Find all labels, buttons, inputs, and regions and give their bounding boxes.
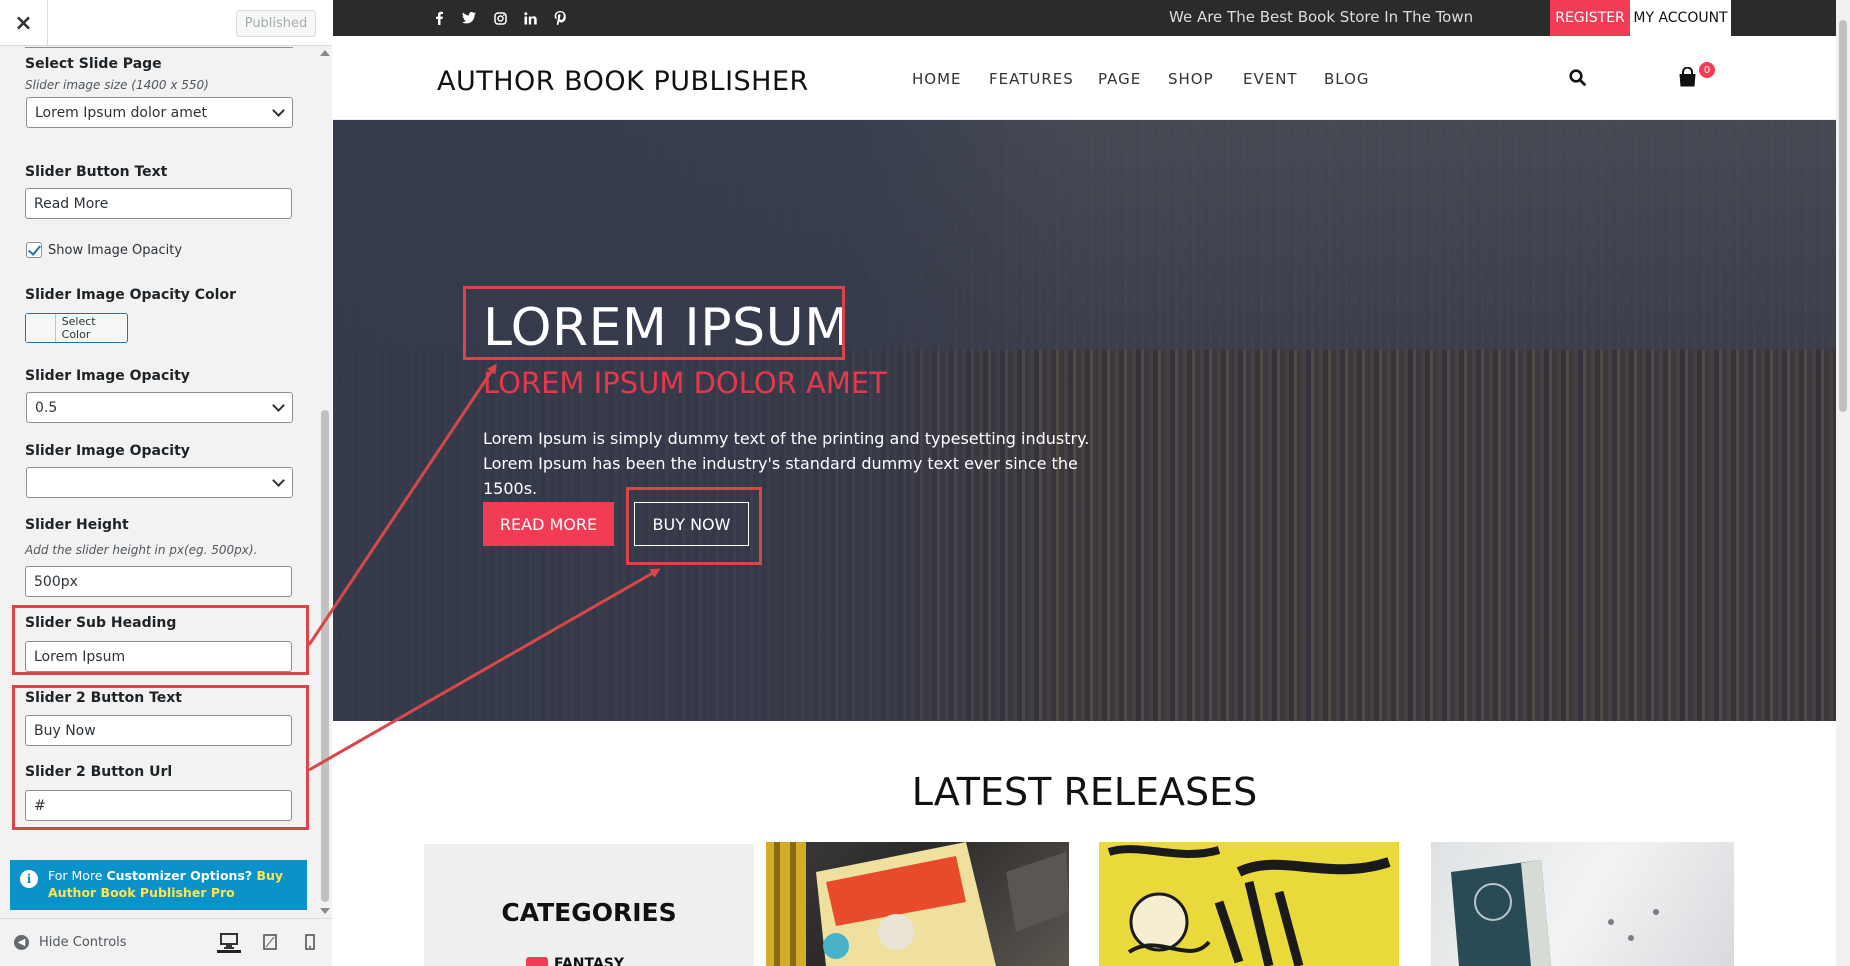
category-dot-icon — [526, 957, 548, 966]
pro-upgrade-notice: i For More Customizer Options? Buy Autho… — [10, 860, 307, 910]
latest-releases-title: LATEST RELEASES — [911, 770, 1258, 814]
page-scrollbar-thumb[interactable] — [1839, 20, 1847, 412]
scroll-up-arrow-icon[interactable] — [320, 50, 330, 56]
previous-field-edge — [25, 46, 293, 48]
select-slide-page-dropdown[interactable]: Lorem Ipsum dolor amet — [26, 97, 293, 128]
tablet-preview-button[interactable] — [258, 931, 282, 953]
hide-controls-label: Hide Controls — [39, 935, 127, 950]
select-color-button[interactable]: Select Color — [25, 313, 128, 343]
image-opacity-2-dropdown[interactable] — [26, 467, 293, 498]
site-header: AUTHOR BOOK PUBLISHER HOME FEATURES PAGE… — [333, 36, 1836, 120]
twitter-icon[interactable] — [461, 10, 477, 26]
shopping-bag-icon[interactable] — [1678, 66, 1697, 91]
annotation-box-buy-now — [626, 487, 762, 565]
category-item[interactable]: FANTASY — [526, 956, 624, 966]
hero-subtitle: LOREM IPSUM DOLOR AMET — [483, 366, 887, 400]
annotation-box-slider2-button — [12, 685, 309, 830]
site-logo[interactable]: AUTHOR BOOK PUBLISHER — [437, 66, 809, 97]
pro-notice-prefix: For More — [48, 868, 107, 883]
select-slide-page-value: Lorem Ipsum dolor amet — [35, 104, 207, 121]
nav-shop[interactable]: SHOP — [1168, 70, 1214, 88]
tablet-icon — [263, 934, 277, 950]
my-account-button[interactable]: MY ACCOUNT — [1630, 0, 1731, 36]
linkedin-icon[interactable] — [522, 10, 538, 26]
search-icon[interactable] — [1569, 69, 1586, 90]
show-image-opacity-label: Show Image Opacity — [48, 243, 183, 258]
slider-height-description: Add the slider height in px(eg. 500px). — [25, 543, 258, 557]
annotation-box-hero-title — [463, 286, 845, 360]
opacity-color-title: Slider Image Opacity Color — [25, 287, 236, 303]
customizer-header: × Published — [0, 0, 332, 46]
chevron-down-icon — [272, 474, 285, 487]
slider-button-text-input[interactable]: Read More — [25, 188, 292, 219]
image-opacity-title: Slider Image Opacity — [25, 368, 190, 384]
site-preview: We Are The Best Book Store In The Town R… — [333, 0, 1836, 966]
nav-page[interactable]: PAGE — [1098, 70, 1141, 88]
mobile-icon — [305, 934, 315, 950]
color-swatch — [26, 314, 56, 342]
hero-text: Lorem Ipsum is simply dummy text of the … — [483, 429, 1090, 498]
categories-title: CATEGORIES — [501, 898, 677, 927]
scroll-down-arrow-icon[interactable] — [320, 908, 330, 914]
instagram-icon[interactable] — [492, 10, 508, 26]
customizer-scrollbar-thumb[interactable] — [321, 410, 329, 902]
book-cover-1[interactable] — [766, 842, 1069, 966]
info-icon: i — [20, 870, 38, 888]
hero-slider: LOREM IPSUM LOREM IPSUM DOLOR AMET Lorem… — [333, 120, 1836, 721]
published-button[interactable]: Published — [236, 10, 316, 37]
book-cover-2[interactable] — [1099, 842, 1399, 966]
select-slide-page-description: Slider image size (1400 x 550) — [25, 78, 209, 92]
select-slide-page-title: Select Slide Page — [25, 56, 162, 72]
nav-features[interactable]: FEATURES — [989, 70, 1074, 88]
select-color-label: Select Color — [61, 315, 96, 341]
nav-home[interactable]: HOME — [912, 70, 962, 88]
mobile-preview-button[interactable] — [298, 931, 322, 953]
close-customizer-button[interactable]: × — [0, 0, 48, 46]
customizer-panel: × Published Select Slide Page Slider ima… — [0, 0, 332, 966]
register-button[interactable]: REGISTER — [1550, 0, 1630, 36]
site-tagline: We Are The Best Book Store In The Town — [1169, 8, 1474, 26]
hero-overlay — [333, 120, 1083, 721]
image-opacity-dropdown[interactable]: 0.5 — [26, 392, 293, 423]
slider-height-title: Slider Height — [25, 517, 129, 533]
desktop-icon — [220, 932, 238, 949]
customizer-footer: ◀ Hide Controls — [0, 918, 332, 966]
pro-notice-bold: Customizer Options? — [106, 868, 253, 883]
pinterest-icon[interactable] — [552, 10, 568, 26]
hide-controls-button[interactable]: ◀ Hide Controls — [14, 935, 127, 950]
read-more-button[interactable]: READ MORE — [483, 502, 614, 546]
book-cover-3[interactable] — [1431, 842, 1734, 966]
chevron-down-icon — [272, 104, 285, 117]
cart-count-badge: 0 — [1699, 62, 1715, 78]
facebook-icon[interactable] — [431, 10, 447, 26]
categories-box: CATEGORIES FANTASY — [424, 844, 754, 966]
show-image-opacity-checkbox[interactable] — [26, 242, 42, 258]
desktop-preview-button[interactable] — [217, 931, 241, 953]
image-opacity-2-title: Slider Image Opacity — [25, 443, 190, 459]
topbar: We Are The Best Book Store In The Town R… — [333, 0, 1836, 36]
annotation-box-sub-heading — [12, 605, 309, 675]
nav-blog[interactable]: BLOG — [1324, 70, 1370, 88]
nav-event[interactable]: EVENT — [1243, 70, 1298, 88]
chevron-down-icon — [272, 399, 285, 412]
category-label: FANTASY — [554, 956, 625, 966]
slider-height-input[interactable]: 500px — [25, 566, 292, 597]
image-opacity-value: 0.5 — [35, 399, 58, 416]
collapse-icon: ◀ — [14, 935, 29, 950]
slider-button-text-title: Slider Button Text — [25, 164, 168, 180]
